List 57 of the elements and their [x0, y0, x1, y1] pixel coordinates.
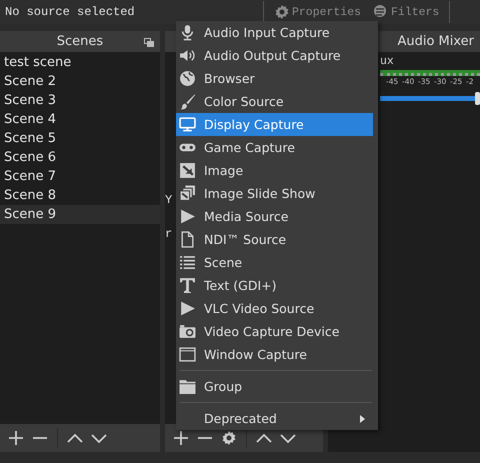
minus-icon — [197, 437, 213, 439]
folder-icon — [179, 378, 196, 395]
menu-item[interactable]: Display Capture — [176, 113, 373, 136]
menu-item[interactable]: NDI™ Source — [176, 228, 373, 251]
menu-item[interactable]: Audio Input Capture — [176, 21, 373, 44]
plus-icon — [8, 430, 24, 446]
add-button[interactable] — [171, 428, 191, 448]
channel-name: ux — [380, 55, 395, 70]
scene-item[interactable]: Scene 9 — [0, 205, 160, 224]
menu-item[interactable]: Media Source — [176, 205, 373, 228]
menu-item[interactable]: Game Capture — [176, 136, 373, 159]
brush-icon — [179, 93, 196, 110]
menu-item[interactable]: Text (GDI+) — [176, 274, 373, 297]
source-text: Y — [165, 193, 172, 207]
status-text: No source selected — [4, 5, 136, 19]
volume-slider[interactable] — [380, 92, 480, 105]
camera-icon — [179, 323, 196, 340]
scene-item[interactable]: Scene 2 — [0, 72, 160, 91]
scene-item[interactable]: Scene 7 — [0, 167, 160, 186]
menu-item[interactable]: Window Capture — [176, 343, 373, 366]
menu-item[interactable]: Color Source — [176, 90, 373, 113]
menu-item[interactable]: Browser — [176, 67, 373, 90]
menu-item[interactable]: Deprecated — [176, 407, 373, 430]
monitor-icon — [179, 116, 196, 133]
panel-title: Audio Mixer — [397, 34, 474, 49]
source-text: r — [165, 227, 172, 241]
undock-icon[interactable] — [144, 38, 154, 47]
window-icon — [179, 346, 196, 363]
microphone-icon — [179, 24, 196, 41]
minus-icon — [32, 437, 48, 439]
panel-title: Scenes — [56, 34, 104, 49]
text-icon — [179, 277, 196, 294]
menu-item[interactable]: Image Slide Show — [176, 182, 373, 205]
gear-icon — [274, 4, 290, 20]
scene-item[interactable]: Scene 3 — [0, 91, 160, 110]
scene-item[interactable]: Scene 6 — [0, 148, 160, 167]
menu-item[interactable]: Video Capture Device — [176, 320, 373, 343]
list-icon — [179, 254, 196, 271]
menu-item[interactable]: Group — [176, 375, 373, 398]
document-icon — [179, 231, 196, 248]
globe-icon — [179, 70, 196, 87]
scene-item[interactable]: Scene 8 — [0, 186, 160, 205]
slideshow-icon — [179, 185, 196, 202]
menu-item[interactable]: Image — [176, 159, 373, 182]
submenu-arrow-icon — [360, 414, 365, 422]
slider-handle[interactable] — [475, 92, 480, 105]
menu-item[interactable]: VLC Video Source — [176, 297, 373, 320]
scene-item[interactable]: test scene — [0, 53, 160, 72]
image-icon — [179, 162, 196, 179]
play-icon — [179, 300, 196, 317]
play-icon — [179, 208, 196, 225]
scene-item[interactable]: Scene 4 — [0, 110, 160, 129]
menu-item[interactable]: Audio Output Capture — [176, 44, 373, 67]
add-button[interactable] — [6, 428, 26, 448]
menu-item[interactable]: Scene — [176, 251, 373, 274]
scene-item[interactable]: Scene 5 — [0, 129, 160, 148]
plus-icon — [173, 430, 189, 446]
